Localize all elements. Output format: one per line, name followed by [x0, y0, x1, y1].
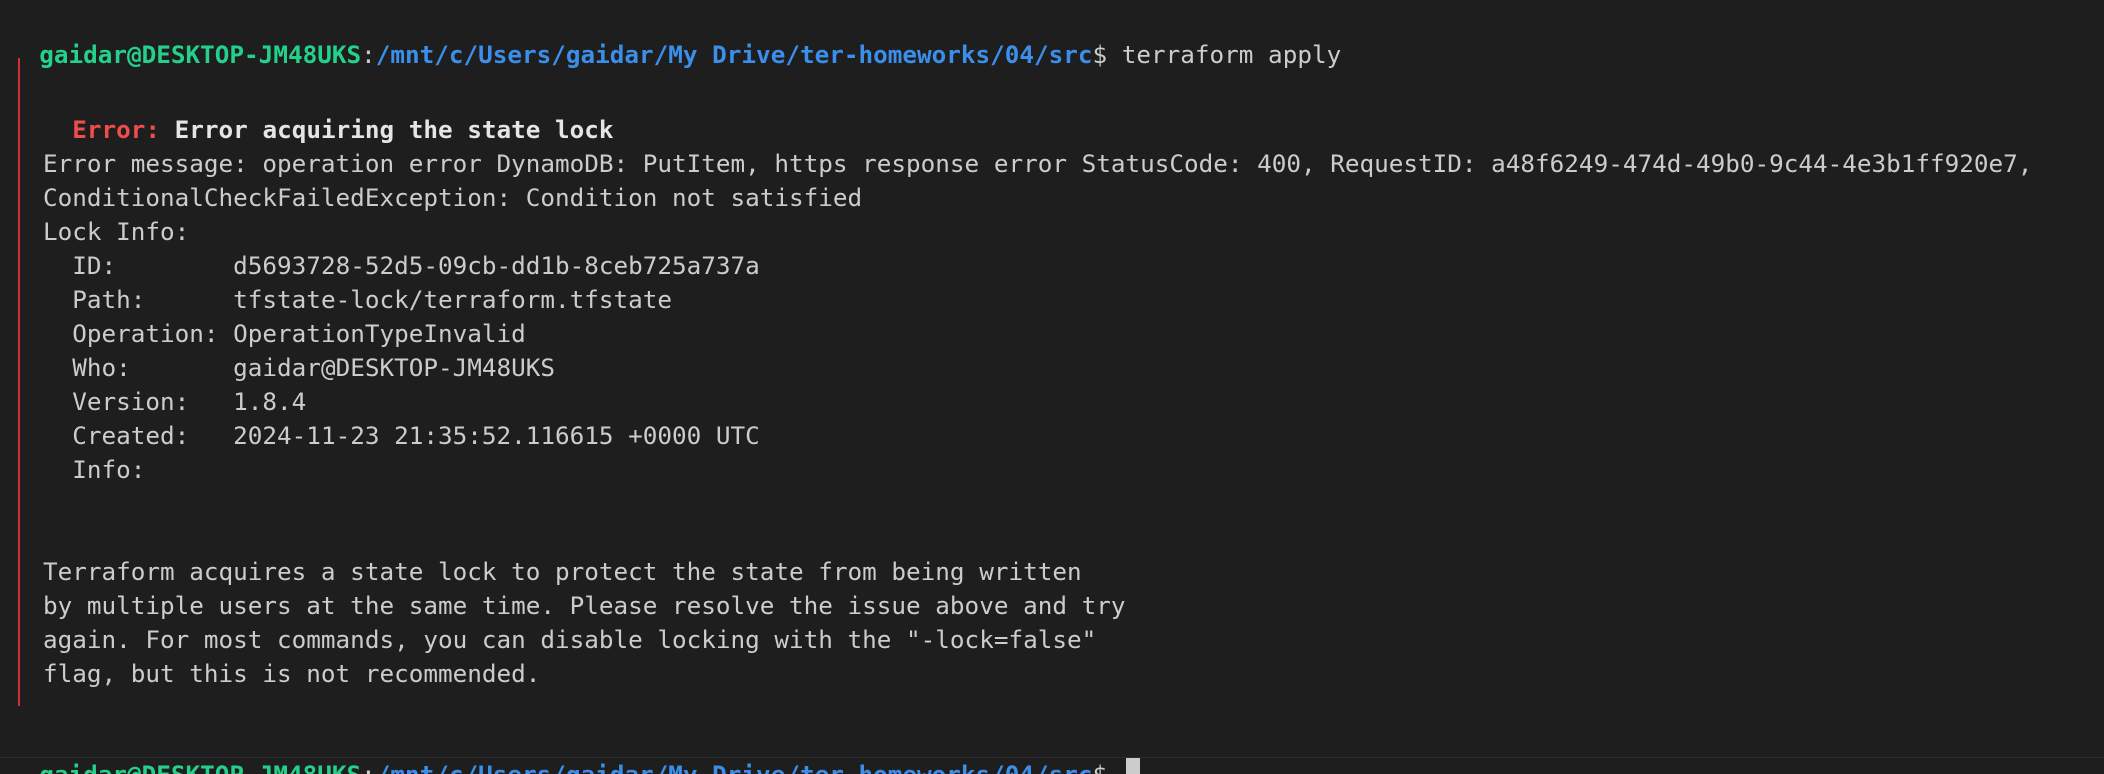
- lock-info-header: Lock Info:: [43, 217, 190, 246]
- lock-info-info: Info:: [43, 453, 233, 487]
- lock-info-id: ID: d5693728-52d5-09cb-dd1b-8ceb725a737a: [43, 249, 760, 283]
- lock-info-version: Version: 1.8.4: [43, 385, 306, 419]
- lock-info-key: Info:: [43, 455, 234, 484]
- prompt-line-input[interactable]: gaidar@DESKTOP-JM48UKS:/mnt/c/Users/gaid…: [10, 724, 1140, 774]
- lock-info-value: d5693728-52d5-09cb-dd1b-8ceb725a737a: [233, 251, 760, 280]
- error-heading: Error: Error acquiring the state lock: [43, 79, 613, 144]
- prompt-symbol: $: [1093, 760, 1122, 774]
- lock-info-value: tfstate-lock/terraform.tfstate: [233, 285, 673, 314]
- lock-info-key: Version:: [43, 387, 234, 416]
- lock-info-created: Created: 2024-11-23 21:35:52.116615 +000…: [43, 419, 760, 453]
- lock-info-value: gaidar@DESKTOP-JM48UKS: [233, 353, 555, 382]
- prompt-path: /mnt/c/Users/gaidar/My Drive/ter-homewor…: [376, 760, 1093, 774]
- error-message-line-1: Error message: operation error DynamoDB:…: [43, 149, 2033, 178]
- explanation-line-1: Terraform acquires a state lock to prote…: [43, 557, 1082, 586]
- terminal-bottom-divider: [0, 757, 2104, 758]
- explanation-line-4: flag, but this is not recommended.: [43, 659, 541, 688]
- lock-info-operation: Operation: OperationTypeInvalid: [43, 317, 526, 351]
- lock-info-key: Who:: [43, 353, 234, 382]
- text-cursor[interactable]: [1125, 758, 1140, 774]
- prompt-user-host: gaidar@DESKTOP-JM48UKS: [39, 760, 361, 774]
- error-title: Error acquiring the state lock: [174, 115, 614, 144]
- lock-info-value: OperationTypeInvalid: [233, 319, 526, 348]
- lock-info-value: 2024-11-23 21:35:52.116615 +0000 UTC: [233, 421, 760, 450]
- lock-info-path: Path: tfstate-lock/terraform.tfstate: [43, 283, 672, 317]
- lock-info-who: Who: gaidar@DESKTOP-JM48UKS: [43, 351, 555, 385]
- explanation-line-2: by multiple users at the same time. Plea…: [43, 591, 1126, 620]
- lock-info-value: 1.8.4: [233, 387, 307, 416]
- lock-info-key: Created:: [43, 421, 234, 450]
- prompt-separator: :: [361, 760, 376, 774]
- lock-info-key: ID:: [43, 251, 234, 280]
- lock-info-key: Path:: [43, 285, 234, 314]
- lock-info-key: Operation:: [43, 319, 234, 348]
- error-label: Error:: [72, 115, 175, 144]
- explanation-line-3: again. For most commands, you can disabl…: [43, 625, 1097, 654]
- prompt-line-command: gaidar@DESKTOP-JM48UKS:/mnt/c/Users/gaid…: [10, 4, 1341, 69]
- error-message-line-2: ConditionalCheckFailedException: Conditi…: [43, 183, 863, 212]
